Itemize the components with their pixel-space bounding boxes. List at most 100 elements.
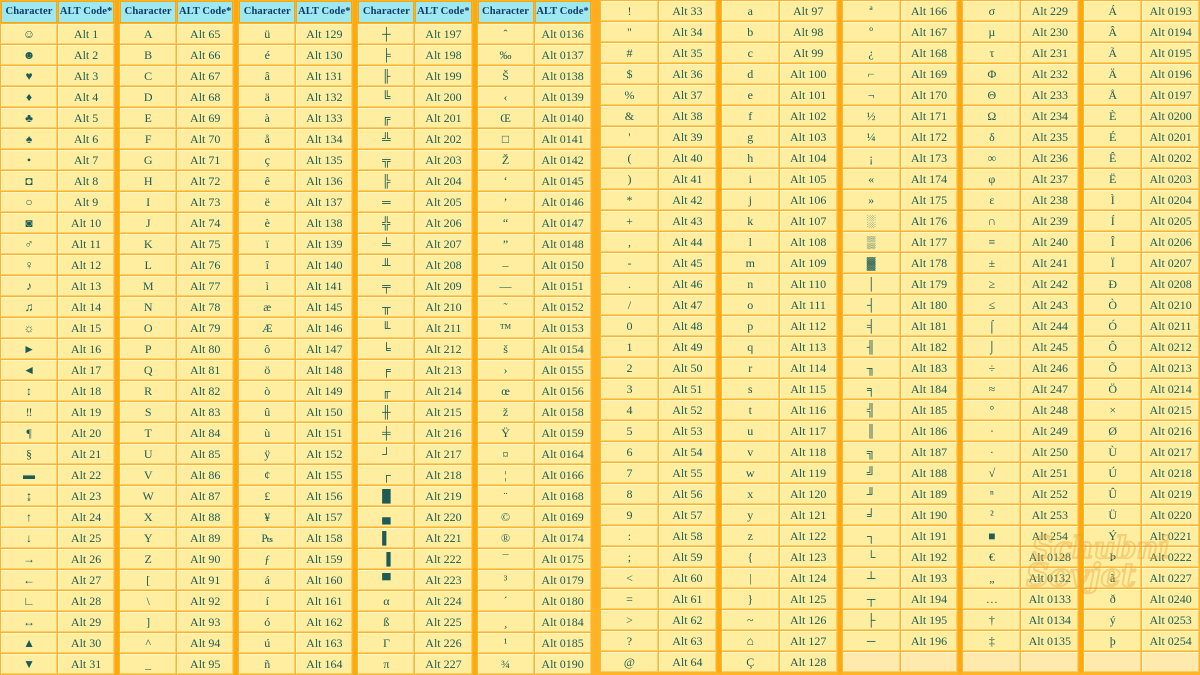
alt-code-cell: Alt 214 [415,381,472,401]
alt-code-cell: Alt 0212 [1142,337,1200,357]
table-row: ╣ Alt 185 [842,400,958,420]
alt-code-cell: Alt 29 [58,612,115,632]
alt-code-cell: Alt 240 [1021,232,1079,252]
table-row: ‰ Alt 0137 [477,45,591,65]
alt-code-cell: Alt 0210 [1142,295,1200,315]
character-cell: Œ [477,108,534,128]
character-cell: ╨ [358,255,415,275]
table-row: y Alt 121 [721,505,837,525]
table-row: – Alt 0150 [477,255,591,275]
character-cell: ┌ [358,465,415,485]
table-row: █ Alt 219 [358,486,472,506]
character-cell: & [601,106,658,126]
alt-code-cell: Alt 0203 [1142,169,1200,189]
alt-code-cell: Alt 86 [177,465,234,485]
empty-character-cell [842,652,900,672]
alt-code-cell: Alt 15 [58,318,115,338]
alt-code-table-group-1: Character ALT Code* ☺ Alt 1 ☻ Alt 2 ♥ Alt 3 ♦ Alt… [0,0,115,675]
table-row: ú Alt 163 [239,633,353,653]
alt-code-cell: Alt 0200 [1142,106,1200,126]
character-cell: ♣ [1,108,58,128]
table-row: ₧ Alt 158 [239,528,353,548]
alt-code-cell: Alt 49 [658,337,716,357]
column-pair-group-1: Character ALT Code* ☺ Alt 1 ☻ Alt 2 ♥ Alt 3 ♦ Alt… [0,0,120,675]
table-row: ┌ Alt 218 [358,465,472,485]
character-cell: â [239,66,296,86]
character-cell: ™ [477,318,534,338]
alt-code-cell: Alt 205 [415,192,472,212]
table-row: ╝ Alt 188 [842,463,958,483]
character-cell: Ö [1084,379,1142,399]
table-row: — Alt 0151 [477,276,591,296]
character-cell: √ [963,463,1021,483]
table-row: g Alt 103 [721,127,837,147]
character-cell: ♥ [1,66,58,86]
alt-code-cell: Alt 187 [900,442,958,462]
table-row: ¡ Alt 173 [842,148,958,168]
character-cell: Ì [1084,190,1142,210]
alt-code-cell: Alt 215 [415,402,472,422]
character-cell: J [120,213,177,233]
alt-code-cell: Alt 0240 [1142,589,1200,609]
character-cell: < [601,568,658,588]
character-cell: Å [1084,85,1142,105]
character-cell: ^ [120,633,177,653]
table-row: ↔ Alt 29 [1,612,115,632]
table-row: u Alt 117 [721,421,837,441]
character-cell: ■ [963,526,1021,546]
table-row: ☻ Alt 2 [1,45,115,65]
character-cell: ö [239,360,296,380]
table-row: æ Alt 145 [239,297,353,317]
alt-code-cell: Alt 46 [658,274,716,294]
character-cell: w [721,463,779,483]
table-row: ‡ Alt 0135 [963,631,1079,651]
alt-code-cell: Alt 177 [900,232,958,252]
character-cell: 3 [601,379,658,399]
column-pair-group-8: ª Alt 166 º Alt 167 ¿ Alt 168 ⌐ Alt 169 ¬ Alt 170… [841,0,963,673]
character-cell: ↨ [1,486,58,506]
character-cell: ╢ [842,337,900,357]
character-cell: V [120,465,177,485]
alt-code-cell: Alt 148 [296,360,353,380]
character-cell: ' [601,127,658,147]
alt-code-cell: Alt 9 [58,192,115,212]
alt-code-cell: Alt 163 [296,633,353,653]
table-row: A Alt 65 [120,24,234,44]
table-row: W Alt 87 [120,486,234,506]
alt-code-cell: Alt 254 [1021,526,1079,546]
alt-code-cell: Alt 246 [1021,358,1079,378]
alt-code-cell: Alt 156 [296,486,353,506]
table-row: @ Alt 64 [601,652,716,672]
character-cell: ! [601,1,658,21]
character-cell: Ð [1084,274,1142,294]
alt-code-cell: Alt 23 [58,486,115,506]
character-cell: ╟ [358,66,415,86]
character-cell: S [120,402,177,422]
alt-code-cell: Alt 100 [779,64,837,84]
table-row: 7 Alt 55 [601,463,716,483]
alt-code-cell: Alt 102 [779,106,837,126]
character-cell: ∟ [1,591,58,611]
alt-code-cell: Alt 60 [658,568,716,588]
table-row: ╙ Alt 211 [358,318,472,338]
alt-code-cell: Alt 81 [177,360,234,380]
character-cell: ò [239,381,296,401]
alt-code-cell: Alt 217 [415,444,472,464]
alt-code-cell: Alt 179 [900,274,958,294]
character-cell: ¢ [239,465,296,485]
character-cell: . [601,274,658,294]
alt-code-cell: Alt 150 [296,402,353,422]
table-row: ; Alt 59 [601,547,716,567]
alt-code-cell: Alt 0202 [1142,148,1200,168]
character-cell: ▓ [842,253,900,273]
alt-code-cell: Alt 0197 [1142,85,1200,105]
character-cell: á [239,570,296,590]
alt-code-cell: Alt 93 [177,612,234,632]
alt-code-cell: Alt 183 [900,358,958,378]
character-cell: R [120,381,177,401]
character-cell: ╣ [842,400,900,420]
table-row: r Alt 114 [721,358,837,378]
character-cell: | [721,568,779,588]
table-row: ▓ Alt 178 [842,253,958,273]
character-cell: ╕ [842,379,900,399]
